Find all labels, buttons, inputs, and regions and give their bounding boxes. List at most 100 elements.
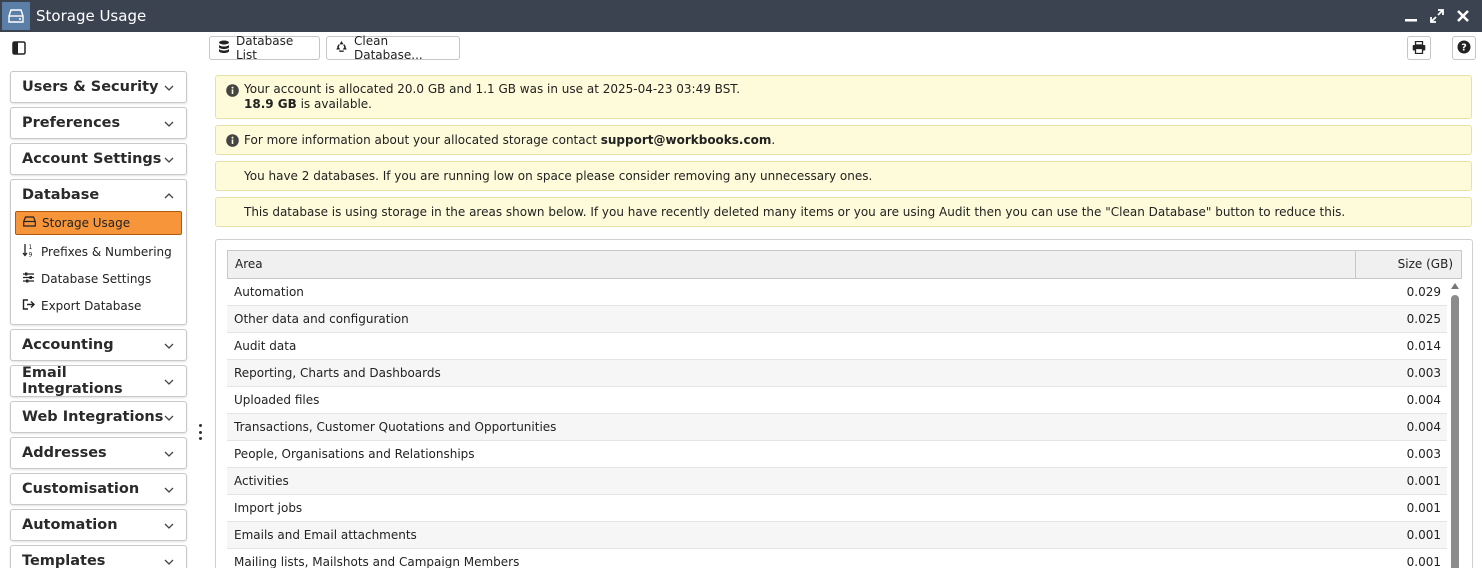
close-icon[interactable]: [1454, 7, 1472, 25]
cell-size: 0.003: [1406, 447, 1441, 461]
maximize-icon[interactable]: [1428, 7, 1446, 25]
table-body: Automation 0.029 Other data and configura…: [227, 279, 1447, 568]
scrollbar-thumb[interactable]: [1451, 295, 1459, 568]
sidebar-section-preferences[interactable]: Preferences: [10, 107, 187, 139]
minimize-icon[interactable]: [1402, 7, 1420, 25]
sidebar-section-header[interactable]: Addresses: [11, 438, 186, 468]
chevron-down-icon: [164, 79, 174, 95]
cell-size: 0.003: [1406, 366, 1441, 380]
sidebar-section-header[interactable]: Accounting: [11, 330, 186, 360]
chevron-up-icon: [164, 187, 174, 203]
cell-size: 0.014: [1406, 339, 1441, 353]
sidebar-section-header[interactable]: Database: [11, 180, 186, 210]
chevron-down-icon: [164, 409, 174, 425]
window-title: Storage Usage: [36, 7, 147, 25]
cell-size: 0.001: [1406, 555, 1441, 568]
table-scrollbar[interactable]: [1448, 281, 1462, 568]
table-row[interactable]: Import jobs 0.001: [227, 495, 1447, 522]
cell-area: Audit data: [234, 339, 297, 353]
sidebar-section-accounting[interactable]: Accounting: [10, 329, 187, 361]
sidebar-section-header[interactable]: Email Integrations: [11, 365, 186, 397]
table-row[interactable]: Automation 0.029: [227, 279, 1447, 306]
allocation-text: Your account is allocated 20.0 GB and 1.…: [244, 82, 741, 96]
sidebar-section-label: Customisation: [22, 481, 140, 497]
sidebar-section-customisation[interactable]: Customisation: [10, 473, 187, 505]
sidebar-item-export-database[interactable]: Export Database: [15, 292, 182, 319]
info-icon: [226, 134, 239, 147]
sidebar-section-header[interactable]: Customisation: [11, 474, 186, 504]
sidebar-section-header[interactable]: Account Settings: [11, 144, 186, 174]
table-row[interactable]: Transactions, Customer Quotations and Op…: [227, 414, 1447, 441]
support-email-link[interactable]: support@workbooks.com: [601, 133, 772, 147]
cell-area: Activities: [234, 474, 289, 488]
cell-area: Other data and configuration: [234, 312, 409, 326]
settings-sidebar: Users & Security Preferences Account Set…: [10, 71, 187, 568]
sidebar-section-label: Automation: [22, 517, 118, 533]
contact-notice: For more information about your allocate…: [215, 125, 1472, 155]
databases-notice: You have 2 databases. If you are running…: [215, 161, 1472, 191]
print-button[interactable]: [1407, 36, 1431, 60]
sliders-icon: [22, 272, 35, 286]
sidebar-section-label: Account Settings: [22, 151, 162, 167]
sidebar-item-label: Prefixes & Numbering: [41, 244, 172, 259]
allocation-notice: Your account is allocated 20.0 GB and 1.…: [215, 75, 1472, 119]
sidebar-section-addresses[interactable]: Addresses: [10, 437, 187, 469]
chevron-down-icon: [164, 337, 174, 353]
sidebar-section-automation[interactable]: Automation: [10, 509, 187, 541]
storage-table: Area Size (GB) Automation 0.029 Other dat…: [227, 250, 1462, 568]
clean-database-label: Clean Database...: [354, 34, 423, 62]
column-header-size[interactable]: Size (GB): [1356, 251, 1461, 278]
column-header-area[interactable]: Area: [228, 251, 1356, 278]
sidebar-section-header[interactable]: Preferences: [11, 108, 186, 138]
sidebar-section-email-integrations[interactable]: Email Integrations: [10, 365, 187, 397]
usage-notice: This database is using storage in the ar…: [215, 197, 1472, 227]
export-icon: [22, 298, 35, 313]
table-row[interactable]: People, Organisations and Relationships 0…: [227, 441, 1447, 468]
table-row[interactable]: Reporting, Charts and Dashboards 0.003: [227, 360, 1447, 387]
scroll-up-icon[interactable]: [1451, 283, 1459, 289]
cell-size: 0.001: [1406, 528, 1441, 542]
database-icon: [218, 40, 230, 56]
sidebar-section-header[interactable]: Users & Security: [11, 72, 186, 102]
svg-text:9: 9: [29, 252, 33, 258]
table-row[interactable]: Activities 0.001: [227, 468, 1447, 495]
table-row[interactable]: Mailing lists, Mailshots and Campaign Me…: [227, 549, 1447, 568]
table-row[interactable]: Emails and Email attachments 0.001: [227, 522, 1447, 549]
sidebar-section-label: Database: [22, 187, 100, 203]
sidebar-section-header[interactable]: Web Integrations: [11, 402, 186, 432]
sidebar-section-label: Email Integrations: [22, 365, 123, 397]
window-titlebar: Storage Usage: [0, 0, 1482, 32]
sidebar-section-header[interactable]: Automation: [11, 510, 186, 540]
cell-size: 0.001: [1406, 501, 1441, 515]
hard-drive-icon: [23, 216, 36, 230]
table-row[interactable]: Other data and configuration 0.025: [227, 306, 1447, 333]
sidebar-section-database[interactable]: Database Storage Usage 19 Prefixes & Num…: [10, 179, 187, 325]
clean-database-button[interactable]: Clean Database...: [326, 34, 460, 62]
sidebar-section-label: Accounting: [22, 337, 114, 353]
sidebar-item-label: Export Database: [41, 298, 142, 313]
info-icon: [226, 84, 239, 97]
table-row[interactable]: Uploaded files 0.004: [227, 387, 1447, 414]
sidebar-section-account-settings[interactable]: Account Settings: [10, 143, 187, 175]
contact-text: For more information about your allocate…: [244, 133, 775, 147]
chevron-down-icon: [164, 445, 174, 461]
database-list-button[interactable]: Database List: [209, 34, 320, 62]
cell-size: 0.001: [1406, 474, 1441, 488]
sidebar-item-database-settings[interactable]: Database Settings: [15, 265, 182, 292]
sidebar-section-web-integrations[interactable]: Web Integrations: [10, 401, 187, 433]
cell-area: Mailing lists, Mailshots and Campaign Me…: [234, 555, 520, 568]
sidebar-section-header[interactable]: Templates: [11, 546, 186, 568]
sidebar-toggle-icon[interactable]: [8, 37, 30, 59]
sidebar-item-prefixes-numbering[interactable]: 19 Prefixes & Numbering: [15, 238, 182, 265]
sidebar-section-users-security[interactable]: Users & Security: [10, 71, 187, 103]
cell-area: Emails and Email attachments: [234, 528, 417, 542]
sidebar-item-storage-usage[interactable]: Storage Usage: [15, 211, 182, 235]
panel-resize-handle[interactable]: [196, 424, 204, 440]
table-row[interactable]: Audit data 0.014: [227, 333, 1447, 360]
cell-area: People, Organisations and Relationships: [234, 447, 475, 461]
svg-text:1: 1: [29, 244, 33, 251]
chevron-down-icon: [164, 115, 174, 131]
help-button[interactable]: ?: [1452, 36, 1476, 60]
sidebar-section-templates[interactable]: Templates: [10, 545, 187, 568]
svg-text:?: ?: [1461, 42, 1467, 53]
